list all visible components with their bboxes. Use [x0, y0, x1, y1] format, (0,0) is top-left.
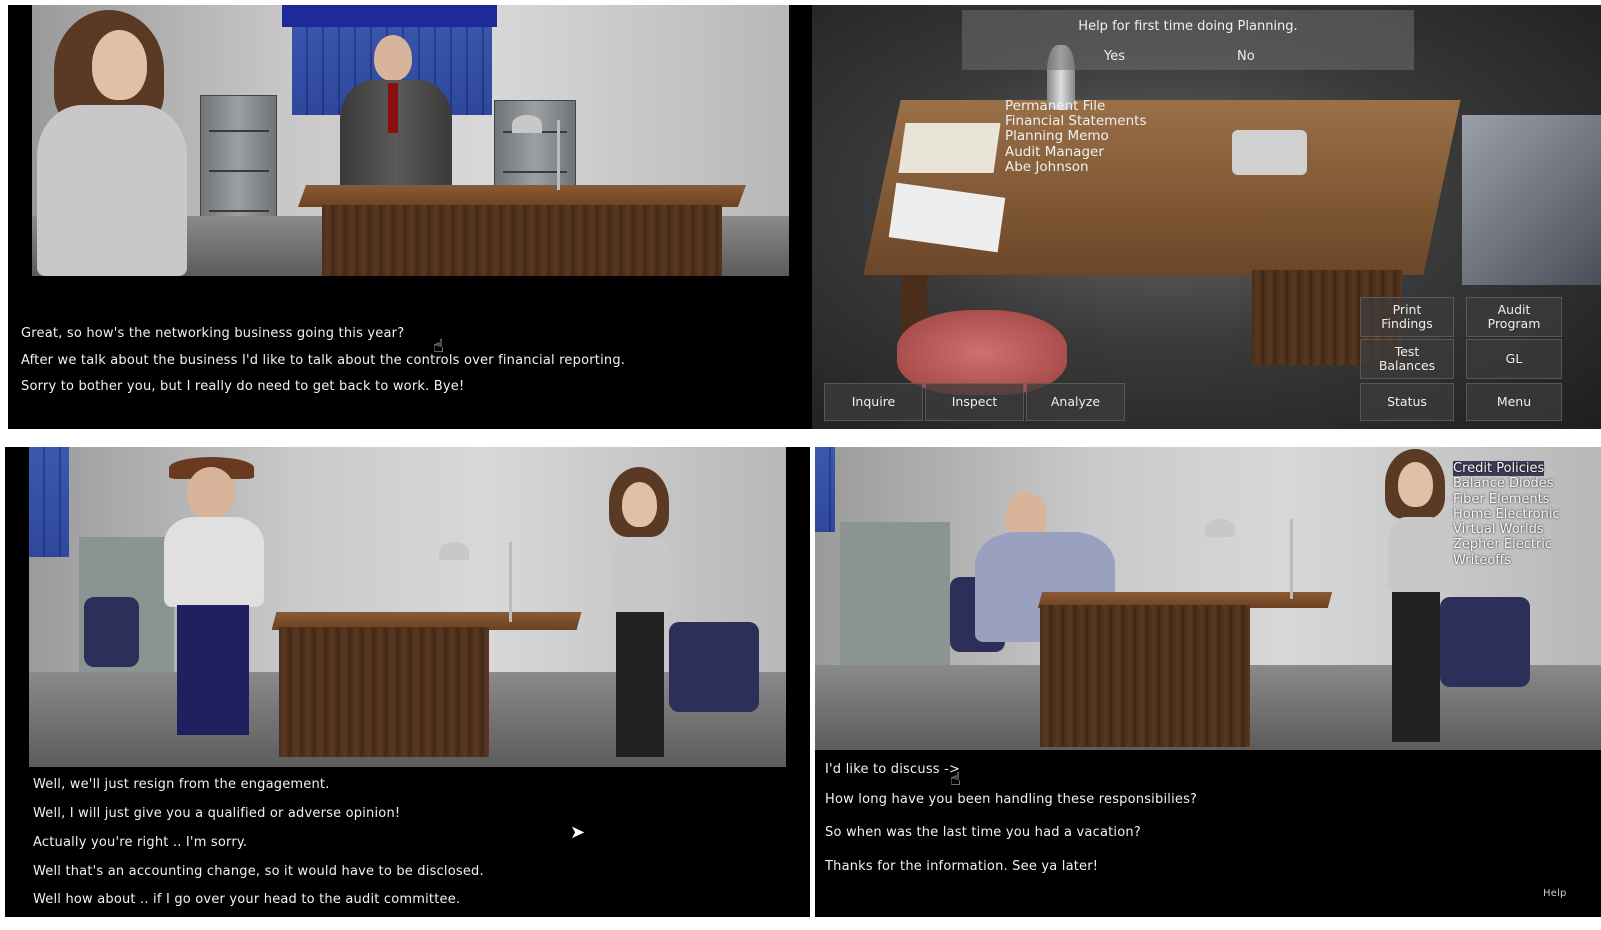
desk-front — [1040, 605, 1250, 747]
dialog-option[interactable]: Well, I will just give you a qualified o… — [33, 806, 400, 821]
dialog-option[interactable]: Actually you're right .. I'm sorry. — [33, 835, 247, 850]
file-cabinet — [200, 95, 277, 232]
scene-panel-office-ceo: Great, so how's the networking business … — [8, 5, 812, 429]
topic-writeoffs[interactable]: Writeoffs — [1453, 553, 1560, 568]
help-dialog-title: Help for first time doing Planning. — [1078, 19, 1298, 34]
menu-item-financial-statements[interactable]: Financial Statements — [1005, 114, 1146, 129]
auditor-character — [604, 467, 684, 762]
auditor-character — [1380, 447, 1460, 747]
office-window — [815, 447, 835, 532]
print-findings-button[interactable]: Print Findings — [1360, 297, 1454, 337]
dialog-option[interactable]: After we talk about the business I'd lik… — [21, 353, 625, 368]
scene-panel-credit-manager: Credit Policies Balance Diodes Fiber Ele… — [815, 447, 1601, 917]
topic-fiber-elements[interactable]: Fiber Elements — [1453, 492, 1560, 507]
cowboy-client-character — [159, 457, 269, 747]
inquire-label: Inquire — [851, 394, 896, 409]
hand-cursor-icon: ☝ — [433, 336, 444, 357]
status-label: Status — [1387, 394, 1427, 409]
window-blind — [282, 5, 497, 27]
test-balances-label: Test Balances — [1378, 344, 1436, 373]
status-button[interactable]: Status — [1360, 383, 1454, 421]
help-dialog: Help for first time doing Planning. Yes … — [962, 10, 1414, 70]
printer — [1462, 115, 1601, 285]
office-window — [29, 447, 69, 557]
menu-item-audit-manager[interactable]: Audit Manager — [1005, 144, 1146, 160]
desk-items-menu: Permanent File Financial Statements Plan… — [1005, 98, 1146, 175]
dialog-option[interactable]: How long have you been handling these re… — [825, 792, 1197, 807]
topic-balance-diodes[interactable]: Balance Diodes — [1453, 476, 1560, 491]
dialog-option[interactable]: Great, so how's the networking business … — [21, 326, 404, 341]
help-link[interactable]: Help — [1543, 888, 1567, 899]
help-yes-button[interactable]: Yes — [1104, 49, 1125, 64]
desk-front — [322, 205, 722, 276]
inquire-button[interactable]: Inquire — [824, 383, 923, 421]
dialog-option[interactable]: Well how about .. if I go over your head… — [33, 892, 460, 907]
topic-credit-policies[interactable]: Credit Policies — [1453, 461, 1545, 477]
help-no-button[interactable]: No — [1237, 49, 1255, 64]
arrow-cursor-icon: ➤ — [570, 822, 586, 843]
office-scene — [29, 447, 786, 767]
audit-program-button[interactable]: Audit Program — [1466, 297, 1562, 337]
test-balances-button[interactable]: Test Balances — [1360, 339, 1454, 379]
topic-menu: Credit Policies Balance Diodes Fiber Ele… — [1453, 461, 1560, 568]
auditor-character — [32, 10, 202, 276]
topic-zepher-electric[interactable]: Zepher Electric — [1453, 537, 1560, 552]
desk-front — [279, 627, 489, 757]
hand-cursor-icon: ☝ — [950, 769, 961, 790]
dialog-option[interactable]: Thanks for the information. See ya later… — [825, 859, 1098, 874]
menu-item-abe-johnson[interactable]: Abe Johnson — [1005, 159, 1146, 175]
audit-program-label: Audit Program — [1487, 302, 1541, 331]
open-book — [898, 123, 1001, 173]
topic-home-electronic[interactable]: Home Electronic — [1453, 507, 1560, 522]
menu-button[interactable]: Menu — [1466, 383, 1562, 421]
analyze-button[interactable]: Analyze — [1026, 383, 1125, 421]
dialog-option[interactable]: Well that's an accounting change, so it … — [33, 864, 484, 879]
dialog-option[interactable]: Well, we'll just resign from the engagem… — [33, 777, 330, 792]
menu-item-planning-memo[interactable]: Planning Memo — [1005, 129, 1146, 144]
analyze-label: Analyze — [1050, 394, 1101, 409]
dialog-option[interactable]: Sorry to bother you, but I really do nee… — [21, 379, 464, 394]
gl-label: GL — [1505, 351, 1523, 366]
office-scene — [32, 5, 789, 276]
scene-panel-client-negotiation: Well, we'll just resign from the engagem… — [5, 447, 810, 917]
menu-label: Menu — [1496, 394, 1532, 409]
telephone — [1232, 130, 1307, 175]
inspect-button[interactable]: Inspect — [925, 383, 1024, 421]
dialog-option[interactable]: I'd like to discuss -> — [825, 762, 960, 777]
menu-item-permanent-file[interactable]: Permanent File — [1005, 98, 1146, 114]
print-findings-label: Print Findings — [1381, 302, 1433, 331]
planning-desk-panel: Help for first time doing Planning. Yes … — [812, 5, 1601, 429]
gl-button[interactable]: GL — [1466, 339, 1562, 379]
topic-virtual-worlds[interactable]: Virtual Worlds — [1453, 522, 1560, 537]
dialog-option[interactable]: So when was the last time you had a vaca… — [825, 825, 1141, 840]
office-chair — [84, 597, 139, 667]
inspect-label: Inspect — [951, 394, 998, 409]
desk — [297, 185, 747, 207]
